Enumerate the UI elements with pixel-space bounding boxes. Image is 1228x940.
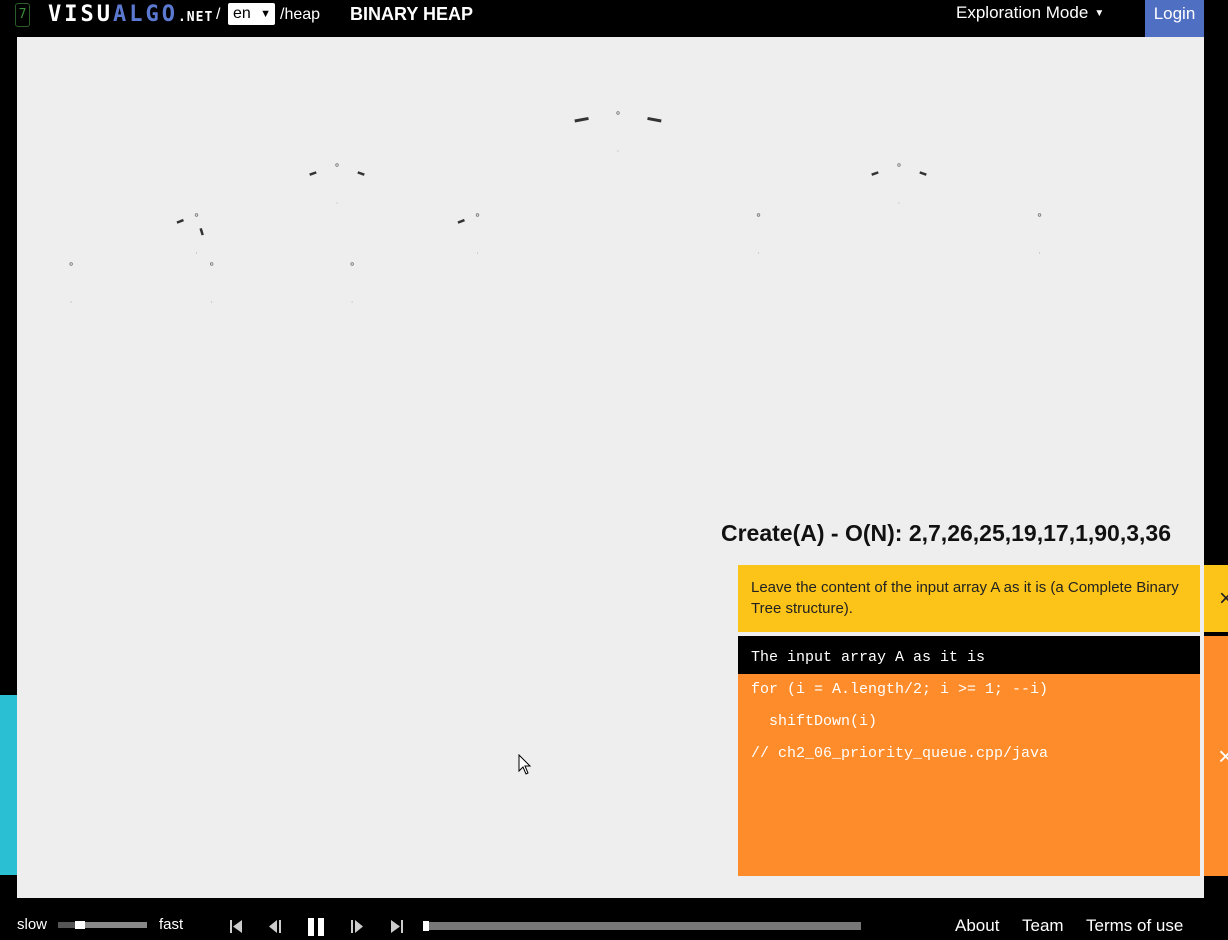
heap-node-index-mark [1039,252,1040,254]
logo-text-algo: ALGO [112,2,178,27]
source-file-text: // ch2_06_priority_queue.cpp/java [751,745,1049,762]
status-title: Create(A) - O(N): 2,7,26,25,19,17,1,90,3… [721,520,1172,546]
collapse-code-icon[interactable]: × [1204,636,1228,876]
heap-node [335,163,339,167]
heap-node [209,262,214,266]
tree-edge [871,171,879,176]
team-link[interactable]: Team [1022,916,1064,936]
logo-text-net: .NET [177,10,214,25]
heap-node-index-mark [477,252,478,254]
tree-edge [574,116,589,123]
side-panel-tab[interactable] [0,695,17,875]
heap-node [194,213,199,217]
language-value: en [233,5,251,22]
go-to-beginning-icon[interactable] [229,914,243,938]
source-file-line: // ch2_06_priority_queue.cpp/java [738,738,1200,770]
speed-fast-label: fast [159,916,184,933]
tree-edges [176,116,927,236]
terms-of-use-link[interactable]: Terms of use [1086,916,1183,936]
step-backward-icon[interactable] [267,914,283,938]
mode-label: Exploration Mode [956,3,1089,22]
status-description: Leave the content of the input array A a… [738,565,1200,632]
page-title: BINARY HEAP [350,4,474,24]
tree-edge [647,116,662,123]
progress-handle[interactable] [423,921,429,931]
heap-node [616,111,620,115]
tree-edge [919,171,927,176]
tree-edge [309,171,317,176]
speed-slow-label: slow [17,916,48,933]
code-line: The input array A as it is [738,636,1200,674]
path-separator: / [216,6,221,23]
heap-node-index-mark [336,202,338,204]
tree-nodes [69,111,1042,303]
about-link[interactable]: About [955,916,999,936]
page-path: /heap [280,6,321,23]
mode-dropdown[interactable]: Exploration Mode ▼ [956,3,1104,23]
pseudocode-panel: The input array A as it is for (i = A.le… [738,636,1200,876]
heap-node [756,213,761,217]
step-forward-icon[interactable] [350,914,366,938]
login-button[interactable]: Login [1145,0,1204,37]
bottom-bar: slow fast About Team Terms of use [0,898,1228,940]
language-select[interactable]: en ▼ [228,3,275,25]
heap-node [350,262,354,266]
animation-progress-bar[interactable] [423,921,861,931]
speed-slider[interactable] [58,921,147,929]
pause-icon[interactable] [306,914,328,938]
tree-edge [357,171,365,176]
top-bar: 7 VISUALGO.NET / en ▼ /heap BINARY HEAP … [0,0,1228,37]
tree-edge [199,228,204,236]
heap-node [1037,213,1042,217]
heap-node [897,163,901,167]
tree-edge [457,218,465,224]
code-line: for (i = A.length/2; i >= 1; --i) [751,681,1049,698]
logo-text-visu: VISU [48,2,113,27]
speed-slider-handle[interactable] [75,921,86,929]
mouse-cursor-icon [518,754,532,775]
code-line: shiftDown(i) [751,713,878,730]
heap-node-index-mark [196,252,197,254]
heap-node-index-mark [617,150,619,152]
heap-node-index-mark [70,301,72,303]
heap-node [69,262,73,266]
heap-node-index-mark [898,202,900,204]
caret-down-icon: ▼ [1094,8,1105,19]
heap-node-index-mark [211,301,213,303]
heap-node-index-mark [351,301,353,303]
visualgo-logo[interactable]: VISUALGO.NET [48,2,213,27]
heap-node [475,213,480,217]
go-to-end-icon[interactable] [390,914,404,938]
heap-node-index-mark [758,252,759,254]
close-icon[interactable]: × [1204,565,1228,632]
chevron-down-icon: ▼ [260,8,271,20]
hotkey-badge: 7 [15,3,30,27]
tree-edge [176,218,184,224]
